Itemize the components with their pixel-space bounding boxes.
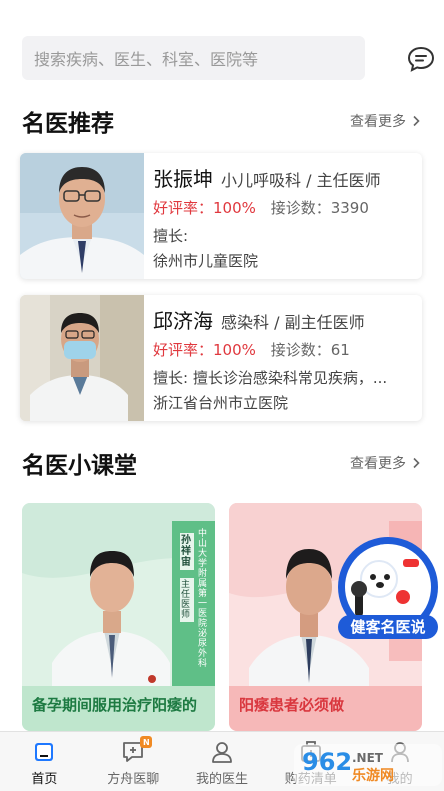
doctor-name: 张振坤: [153, 167, 213, 191]
section-title-doctors: 名医推荐: [22, 111, 114, 137]
see-more-lessons-link[interactable]: 查看更多: [350, 453, 422, 473]
doctor-hospital: 浙江省台州市立医院: [153, 394, 289, 412]
lesson-card[interactable]: 中山大学附属第一医院泌尿外科 孙祥宙 主任医师 备孕期间服用治疗阳痿的: [22, 503, 215, 731]
doctor-info: 邱济海 感染科 / 副主任医师 好评率：100% 接诊数：61 擅长: 擅长诊治…: [153, 305, 416, 413]
search-bar: 搜索疾病、医生、科室、医院等: [22, 36, 435, 80]
doctor-photo: [20, 153, 144, 279]
home-icon: [35, 743, 54, 761]
doctor-card[interactable]: 邱济海 感染科 / 副主任医师 好评率：100% 接诊数：61 擅长: 擅长诊治…: [20, 295, 422, 421]
rating-value: 100%: [213, 199, 256, 217]
see-more-doctors-link[interactable]: 查看更多: [350, 111, 422, 131]
svg-text:乐游网: 乐游网: [352, 767, 394, 784]
nav-label: 方舟医聊: [107, 772, 160, 787]
rating-value: 100%: [213, 341, 256, 359]
watermark-site-logo: 962 .NET 乐游网: [294, 744, 442, 786]
watermark-logo-badge: 健客名医说: [338, 537, 438, 639]
nav-my-doctor[interactable]: 我的医生: [178, 732, 267, 791]
lesson-caption: 阳痿患者必须做: [229, 686, 422, 731]
doctor-dept: 小儿呼吸科 / 主任医师: [221, 171, 381, 190]
doctor-info: 张振坤 小儿呼吸科 / 主任医师 好评率：100% 接诊数：3390 擅长: 徐…: [153, 163, 416, 271]
nav-home[interactable]: 首页: [0, 732, 89, 791]
svg-text:.NET: .NET: [352, 751, 384, 765]
doctor-name: 邱济海: [153, 309, 213, 333]
chevron-right-icon: [413, 115, 420, 127]
visits-label: 接诊数：: [270, 199, 331, 217]
visits-label: 接诊数：: [270, 341, 331, 359]
lesson-caption: 备孕期间服用治疗阳痿的: [22, 686, 215, 731]
section-title-lessons: 名医小课堂: [22, 453, 137, 479]
lesson-side-org: 中山大学附属第一医院泌尿外科: [198, 529, 208, 669]
see-more-label: 查看更多: [350, 114, 406, 130]
visits-value: 3390: [330, 199, 369, 217]
svg-text:健客名医说: 健客名医说: [350, 618, 425, 636]
rating-label: 好评率：: [153, 199, 214, 217]
rating-label: 好评率：: [153, 341, 214, 359]
lesson-side-text: 中山大学附属第一医院泌尿外科: [198, 529, 212, 669]
doctor-card[interactable]: 张振坤 小儿呼吸科 / 主任医师 好评率：100% 接诊数：3390 擅长: 徐…: [20, 153, 422, 279]
new-badge: N: [140, 736, 153, 748]
doctor-dept: 感染科 / 副主任医师: [221, 313, 365, 332]
doctor-hospital: 徐州市儿童医院: [153, 252, 259, 270]
chat-bubble-icon[interactable]: [406, 44, 436, 74]
visits-value: 61: [330, 341, 350, 359]
doctor-photo: [20, 295, 144, 421]
doctor-specialty: 擅长: 擅长诊治感染科常见疾病，...: [153, 369, 388, 387]
chevron-right-icon: [413, 457, 420, 469]
lesson-doctor-title: 主任医师: [180, 578, 194, 622]
search-input[interactable]: 搜索疾病、医生、科室、医院等: [22, 36, 365, 80]
see-more-label: 查看更多: [350, 456, 406, 472]
nav-chat[interactable]: N 方舟医聊: [89, 732, 178, 791]
svg-text:962: 962: [302, 748, 352, 776]
nav-label: 首页: [31, 772, 58, 787]
doctor-icon: [212, 742, 232, 763]
lesson-doctor-name: 孙祥宙: [180, 533, 194, 570]
nav-label: 我的医生: [195, 772, 248, 787]
doctor-specialty: 擅长:: [153, 227, 189, 245]
